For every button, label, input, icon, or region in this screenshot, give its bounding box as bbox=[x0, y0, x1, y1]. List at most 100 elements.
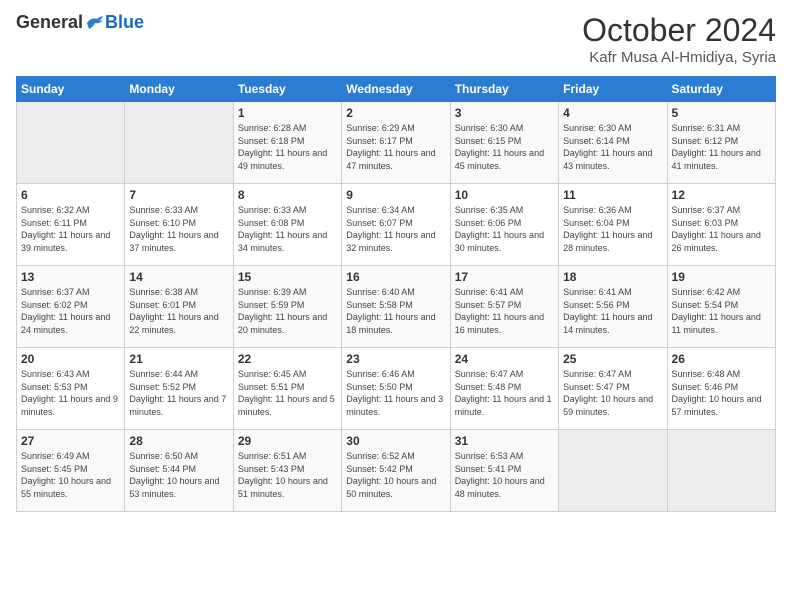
cell-details: Sunrise: 6:34 AMSunset: 6:07 PMDaylight:… bbox=[346, 204, 445, 254]
calendar-cell: 3 Sunrise: 6:30 AMSunset: 6:15 PMDaylight… bbox=[450, 102, 558, 184]
week-row-3: 13 Sunrise: 6:37 AMSunset: 6:02 PMDayligh… bbox=[17, 266, 776, 348]
cell-details: Sunrise: 6:42 AMSunset: 5:54 PMDaylight:… bbox=[672, 286, 771, 336]
cell-details: Sunrise: 6:47 AMSunset: 5:48 PMDaylight:… bbox=[455, 368, 554, 418]
cell-details: Sunrise: 6:30 AMSunset: 6:14 PMDaylight:… bbox=[563, 122, 662, 172]
week-row-2: 6 Sunrise: 6:32 AMSunset: 6:11 PMDaylight… bbox=[17, 184, 776, 266]
calendar-cell: 8 Sunrise: 6:33 AMSunset: 6:08 PMDaylight… bbox=[233, 184, 341, 266]
day-number: 12 bbox=[672, 188, 771, 202]
week-row-4: 20Sunrise: 6:43 AMSunset: 5:53 PMDayligh… bbox=[17, 348, 776, 430]
cell-details: Sunrise: 6:37 AMSunset: 6:02 PMDaylight:… bbox=[21, 286, 120, 336]
calendar-cell: 11 Sunrise: 6:36 AMSunset: 6:04 PMDayligh… bbox=[559, 184, 667, 266]
calendar-cell: 29Sunrise: 6:51 AMSunset: 5:43 PMDayligh… bbox=[233, 430, 341, 512]
cell-details: Sunrise: 6:28 AMSunset: 6:18 PMDaylight:… bbox=[238, 122, 337, 172]
calendar-cell: 30Sunrise: 6:52 AMSunset: 5:42 PMDayligh… bbox=[342, 430, 450, 512]
day-number: 4 bbox=[563, 106, 662, 120]
calendar-cell: 1 Sunrise: 6:28 AMSunset: 6:18 PMDaylight… bbox=[233, 102, 341, 184]
calendar-cell: 17 Sunrise: 6:41 AMSunset: 5:57 PMDayligh… bbox=[450, 266, 558, 348]
month-title: October 2024 bbox=[582, 12, 776, 49]
col-header-sunday: Sunday bbox=[17, 77, 125, 102]
calendar-cell: 18 Sunrise: 6:41 AMSunset: 5:56 PMDayligh… bbox=[559, 266, 667, 348]
week-row-1: 1 Sunrise: 6:28 AMSunset: 6:18 PMDaylight… bbox=[17, 102, 776, 184]
cell-details: Sunrise: 6:33 AMSunset: 6:08 PMDaylight:… bbox=[238, 204, 337, 254]
calendar-cell: 21Sunrise: 6:44 AMSunset: 5:52 PMDayligh… bbox=[125, 348, 233, 430]
day-number: 13 bbox=[21, 270, 120, 284]
cell-details: Sunrise: 6:41 AMSunset: 5:57 PMDaylight:… bbox=[455, 286, 554, 336]
day-number: 16 bbox=[346, 270, 445, 284]
col-header-monday: Monday bbox=[125, 77, 233, 102]
cell-details: Sunrise: 6:52 AMSunset: 5:42 PMDaylight:… bbox=[346, 450, 445, 500]
day-number: 15 bbox=[238, 270, 337, 284]
day-number: 27 bbox=[21, 434, 120, 448]
day-number: 20 bbox=[21, 352, 120, 366]
location-text: Kafr Musa Al-Hmidiya, Syria bbox=[582, 49, 776, 66]
cell-details: Sunrise: 6:50 AMSunset: 5:44 PMDaylight:… bbox=[129, 450, 228, 500]
calendar-container: General Blue October 2024 Kafr Musa Al-H… bbox=[0, 0, 792, 522]
logo-bird-icon bbox=[85, 15, 105, 31]
col-header-friday: Friday bbox=[559, 77, 667, 102]
day-number: 28 bbox=[129, 434, 228, 448]
calendar-cell: 16 Sunrise: 6:40 AMSunset: 5:58 PMDayligh… bbox=[342, 266, 450, 348]
col-header-tuesday: Tuesday bbox=[233, 77, 341, 102]
cell-details: Sunrise: 6:47 AMSunset: 5:47 PMDaylight:… bbox=[563, 368, 662, 418]
col-header-wednesday: Wednesday bbox=[342, 77, 450, 102]
cell-details: Sunrise: 6:29 AMSunset: 6:17 PMDaylight:… bbox=[346, 122, 445, 172]
day-number: 14 bbox=[129, 270, 228, 284]
day-number: 19 bbox=[672, 270, 771, 284]
cell-details: Sunrise: 6:35 AMSunset: 6:06 PMDaylight:… bbox=[455, 204, 554, 254]
day-number: 11 bbox=[563, 188, 662, 202]
day-number: 25 bbox=[563, 352, 662, 366]
calendar-cell: 31 Sunrise: 6:53 AMSunset: 5:41 PMDayligh… bbox=[450, 430, 558, 512]
day-number: 31 bbox=[455, 434, 554, 448]
calendar-cell bbox=[125, 102, 233, 184]
cell-details: Sunrise: 6:45 AMSunset: 5:51 PMDaylight:… bbox=[238, 368, 337, 418]
day-number: 3 bbox=[455, 106, 554, 120]
calendar-cell: 23Sunrise: 6:46 AMSunset: 5:50 PMDayligh… bbox=[342, 348, 450, 430]
title-section: October 2024 Kafr Musa Al-Hmidiya, Syria bbox=[582, 12, 776, 66]
calendar-cell: 27 Sunrise: 6:49 AMSunset: 5:45 PMDayligh… bbox=[17, 430, 125, 512]
calendar-cell: 13 Sunrise: 6:37 AMSunset: 6:02 PMDayligh… bbox=[17, 266, 125, 348]
calendar-cell: 19 Sunrise: 6:42 AMSunset: 5:54 PMDayligh… bbox=[667, 266, 775, 348]
calendar-cell: 26 Sunrise: 6:48 AMSunset: 5:46 PMDayligh… bbox=[667, 348, 775, 430]
calendar-cell: 10 Sunrise: 6:35 AMSunset: 6:06 PMDayligh… bbox=[450, 184, 558, 266]
cell-details: Sunrise: 6:49 AMSunset: 5:45 PMDaylight:… bbox=[21, 450, 120, 500]
cell-details: Sunrise: 6:36 AMSunset: 6:04 PMDaylight:… bbox=[563, 204, 662, 254]
col-header-thursday: Thursday bbox=[450, 77, 558, 102]
cell-details: Sunrise: 6:33 AMSunset: 6:10 PMDaylight:… bbox=[129, 204, 228, 254]
cell-details: Sunrise: 6:31 AMSunset: 6:12 PMDaylight:… bbox=[672, 122, 771, 172]
logo-blue-text: Blue bbox=[105, 12, 144, 33]
calendar-cell: 12 Sunrise: 6:37 AMSunset: 6:03 PMDayligh… bbox=[667, 184, 775, 266]
cell-details: Sunrise: 6:37 AMSunset: 6:03 PMDaylight:… bbox=[672, 204, 771, 254]
day-number: 29 bbox=[238, 434, 337, 448]
day-number: 1 bbox=[238, 106, 337, 120]
cell-details: Sunrise: 6:38 AMSunset: 6:01 PMDaylight:… bbox=[129, 286, 228, 336]
calendar-cell: 20Sunrise: 6:43 AMSunset: 5:53 PMDayligh… bbox=[17, 348, 125, 430]
day-number: 18 bbox=[563, 270, 662, 284]
cell-details: Sunrise: 6:48 AMSunset: 5:46 PMDaylight:… bbox=[672, 368, 771, 418]
day-number: 17 bbox=[455, 270, 554, 284]
day-number: 7 bbox=[129, 188, 228, 202]
week-row-5: 27 Sunrise: 6:49 AMSunset: 5:45 PMDayligh… bbox=[17, 430, 776, 512]
calendar-cell: 4 Sunrise: 6:30 AMSunset: 6:14 PMDaylight… bbox=[559, 102, 667, 184]
day-number: 22 bbox=[238, 352, 337, 366]
calendar-cell: 15Sunrise: 6:39 AMSunset: 5:59 PMDayligh… bbox=[233, 266, 341, 348]
cell-details: Sunrise: 6:46 AMSunset: 5:50 PMDaylight:… bbox=[346, 368, 445, 418]
day-number: 21 bbox=[129, 352, 228, 366]
day-number: 6 bbox=[21, 188, 120, 202]
logo-general-text: General bbox=[16, 12, 83, 33]
header-row: SundayMondayTuesdayWednesdayThursdayFrid… bbox=[17, 77, 776, 102]
calendar-cell bbox=[667, 430, 775, 512]
calendar-cell: 14 Sunrise: 6:38 AMSunset: 6:01 PMDayligh… bbox=[125, 266, 233, 348]
cell-details: Sunrise: 6:32 AMSunset: 6:11 PMDaylight:… bbox=[21, 204, 120, 254]
day-number: 8 bbox=[238, 188, 337, 202]
day-number: 26 bbox=[672, 352, 771, 366]
cell-details: Sunrise: 6:41 AMSunset: 5:56 PMDaylight:… bbox=[563, 286, 662, 336]
cell-details: Sunrise: 6:40 AMSunset: 5:58 PMDaylight:… bbox=[346, 286, 445, 336]
day-number: 5 bbox=[672, 106, 771, 120]
cell-details: Sunrise: 6:53 AMSunset: 5:41 PMDaylight:… bbox=[455, 450, 554, 500]
cell-details: Sunrise: 6:30 AMSunset: 6:15 PMDaylight:… bbox=[455, 122, 554, 172]
day-number: 10 bbox=[455, 188, 554, 202]
calendar-cell: 2 Sunrise: 6:29 AMSunset: 6:17 PMDaylight… bbox=[342, 102, 450, 184]
day-number: 2 bbox=[346, 106, 445, 120]
calendar-cell: 5 Sunrise: 6:31 AMSunset: 6:12 PMDaylight… bbox=[667, 102, 775, 184]
calendar-cell: 24Sunrise: 6:47 AMSunset: 5:48 PMDayligh… bbox=[450, 348, 558, 430]
